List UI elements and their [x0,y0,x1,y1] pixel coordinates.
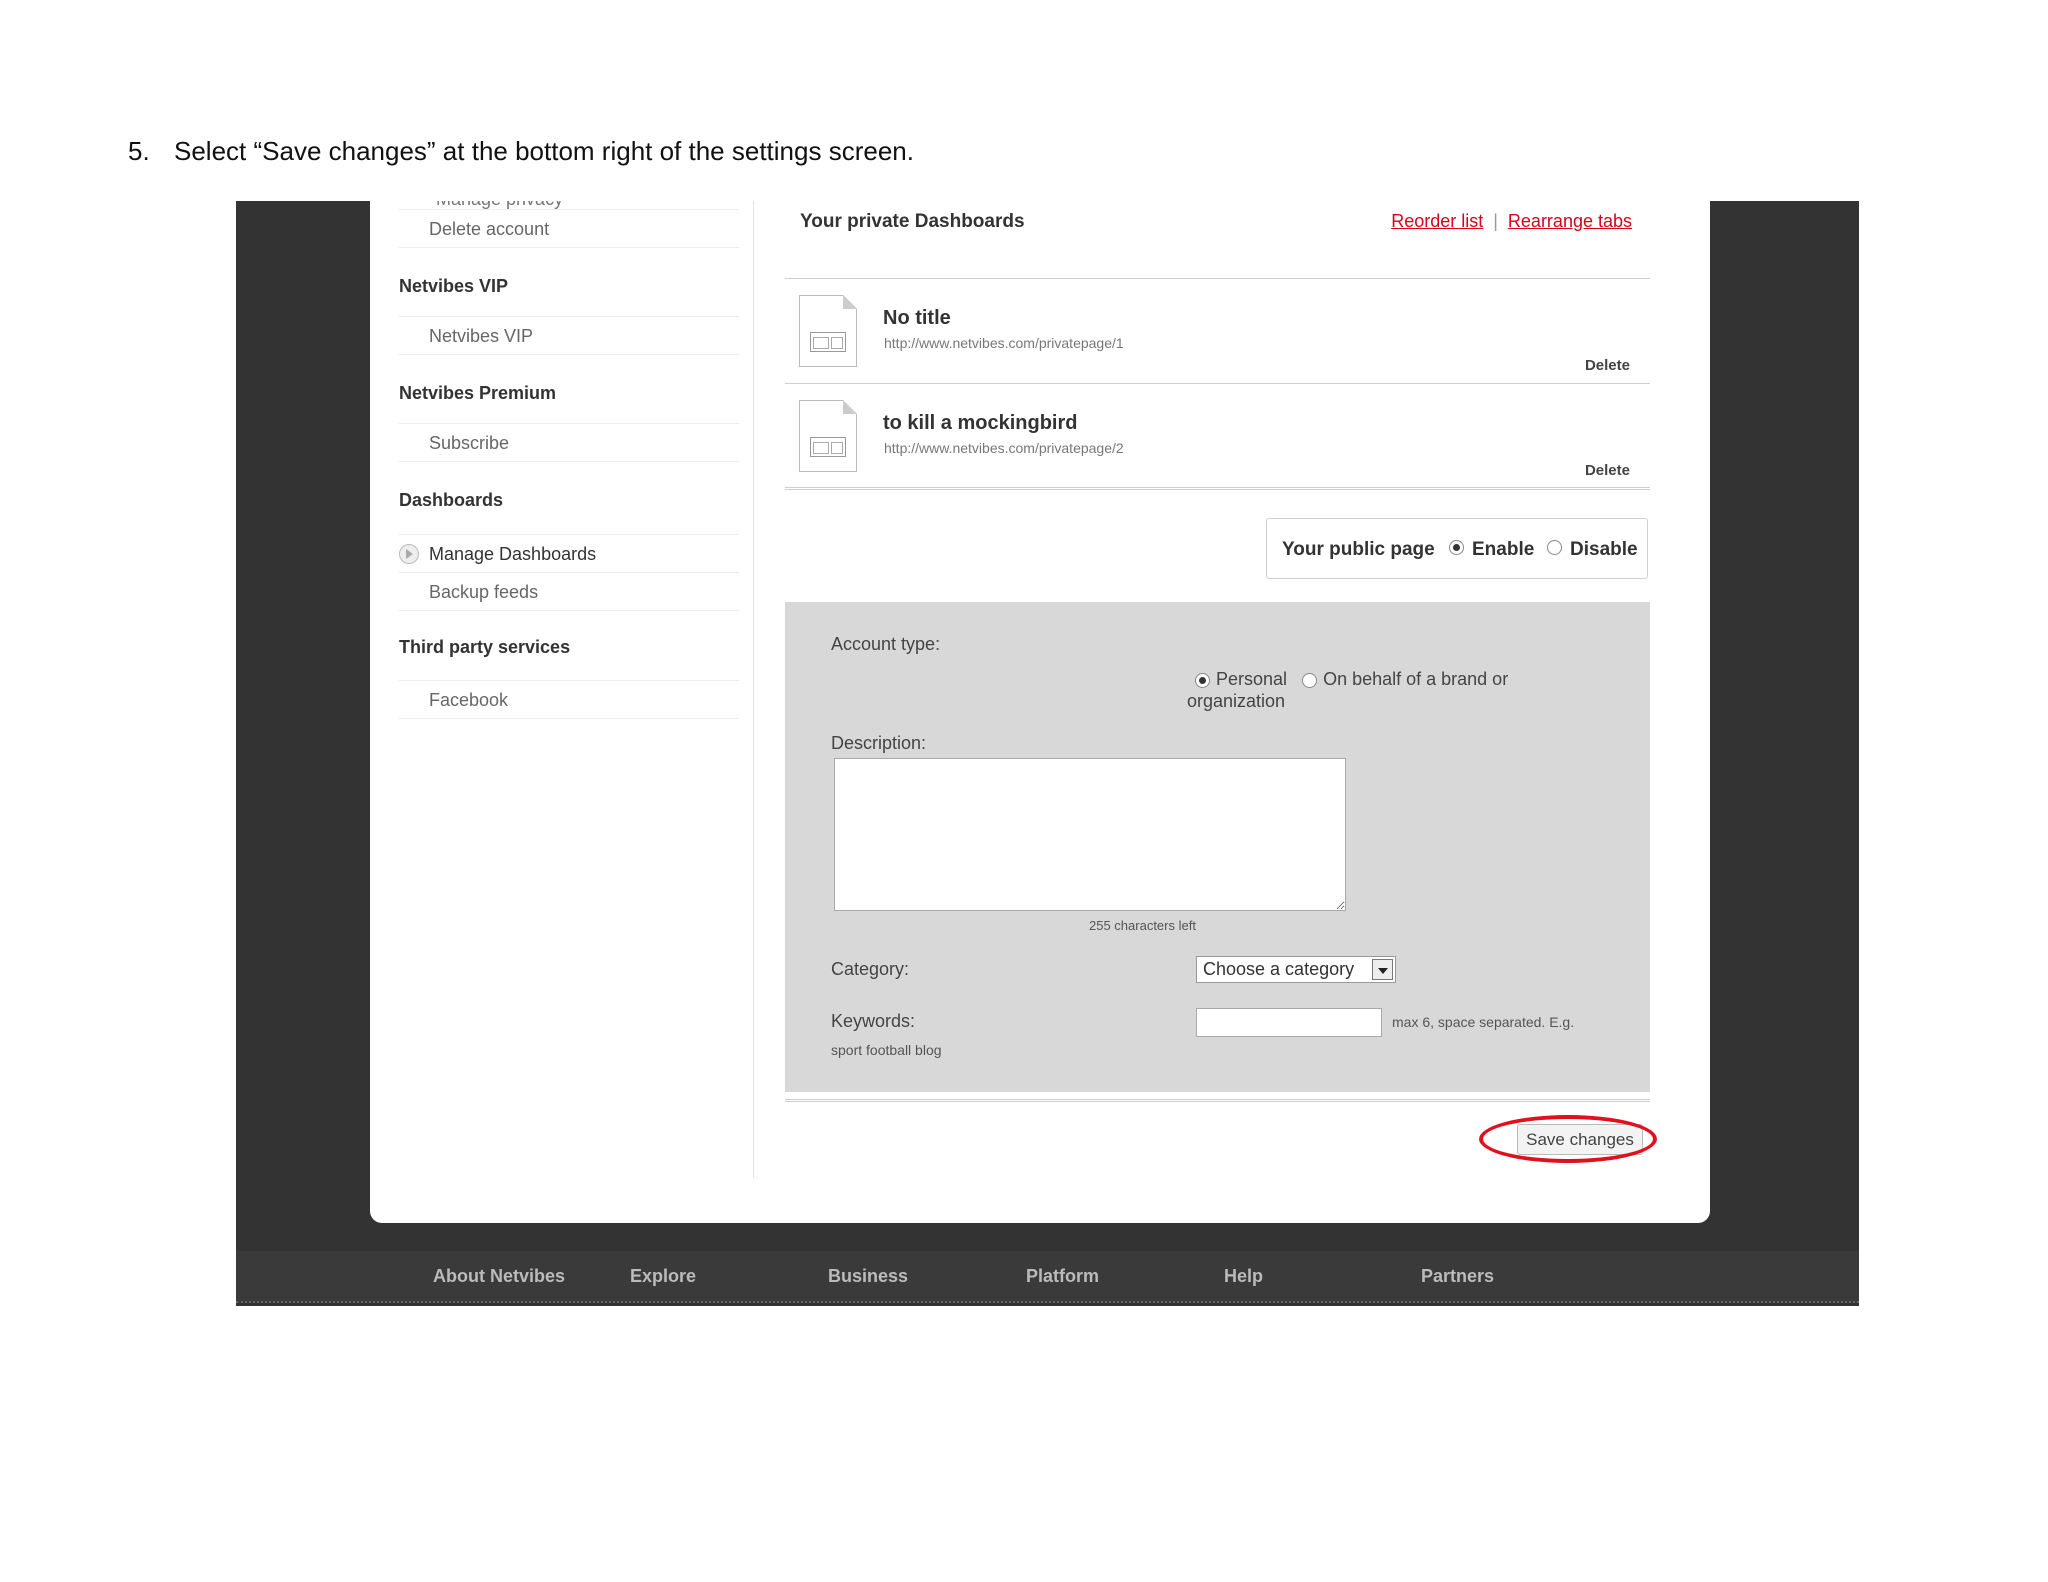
sidebar-divider [399,461,739,462]
sidebar-item-subscribe[interactable]: Subscribe [399,423,739,461]
delete-dashboard-button[interactable]: Delete [1585,357,1630,374]
footer-link-business[interactable]: Business [828,1266,908,1287]
link-separator: | [1493,211,1498,231]
dashboard-name[interactable]: No title [883,307,951,330]
divider [785,1099,1650,1102]
rearrange-tabs-link[interactable]: Rearrange tabs [1508,211,1632,231]
disable-radio[interactable] [1547,540,1562,555]
public-page-toggle: Your public page Enable Disable [1266,518,1648,579]
site-footer: About Netvibes Explore Business Platform… [236,1251,1859,1303]
account-type-label: Account type: [831,634,941,654]
sidebar-heading-dashboards: Dashboards [399,490,504,510]
category-select[interactable]: Choose a category [1196,956,1396,983]
dashboard-row: No title http://www.netvibes.com/private… [785,279,1650,383]
settings-panel: Manage privacy Delete account Netvibes V… [370,201,1710,1223]
keywords-example: sport football blog [831,1042,942,1058]
footer-link-partners[interactable]: Partners [1421,1266,1494,1287]
delete-dashboard-button[interactable]: Delete [1585,462,1630,479]
dashboard-url: http://www.netvibes.com/privatepage/2 [884,440,1124,456]
footer-link-about[interactable]: About Netvibes [433,1266,565,1287]
dashboards-main: Your private Dashboards Reorder list | Rea… [785,201,1657,1223]
dashboard-name[interactable]: to kill a mockingbird [883,412,1077,435]
arrow-bullet-icon [399,544,419,564]
sidebar-item-facebook[interactable]: Facebook [399,680,739,718]
dashboard-row: to kill a mockingbird http://www.netvibe… [785,384,1650,488]
screenshot-frame: Manage privacy Delete account Netvibes V… [236,201,1859,1306]
sidebar-heading-premium: Netvibes Premium [399,383,557,403]
public-profile-form: Account type: Personal On behalf of a br… [785,602,1650,1092]
keywords-hint: max 6, space separated. E.g. [1392,1014,1575,1030]
category-value: Choose a category [1203,959,1355,979]
public-page-label: Your public page [1282,539,1435,560]
footer-link-explore[interactable]: Explore [630,1266,696,1287]
settings-sidebar: Manage privacy Delete account Netvibes V… [370,201,754,1178]
footer-link-platform[interactable]: Platform [1026,1266,1099,1287]
page-document-icon [799,295,857,367]
enable-radio[interactable] [1449,540,1464,555]
step-text: Select “Save changes” at the bottom righ… [174,136,914,166]
dropdown-arrow-icon[interactable] [1372,959,1393,980]
sidebar-divider [399,718,739,719]
description-textarea[interactable] [834,758,1346,911]
sidebar-item-netvibes-vip[interactable]: Netvibes VIP [399,316,739,354]
sidebar-divider [399,610,739,611]
characters-left: 255 characters left [1089,918,1196,933]
dashboard-actions: Reorder list | Rearrange tabs [1391,211,1632,232]
footer-link-help[interactable]: Help [1224,1266,1263,1287]
personal-label[interactable]: Personal [1216,669,1287,689]
enable-label[interactable]: Enable [1472,539,1534,561]
sidebar-item-backup-feeds[interactable]: Backup feeds [399,572,739,610]
sidebar-divider [399,247,739,248]
highlight-ring [1479,1115,1657,1163]
dashboard-url: http://www.netvibes.com/privatepage/1 [884,335,1124,351]
page-document-icon [799,400,857,472]
account-type-options: Personal On behalf of a brand or organiz… [1187,668,1527,712]
organization-radio[interactable] [1302,672,1318,688]
sidebar-heading-vip: Netvibes VIP [399,276,509,296]
sidebar-divider [399,354,739,355]
keywords-label: Keywords: [831,1011,916,1031]
sidebar-item-label: Manage Dashboards [429,544,597,564]
sidebar-heading-third-party: Third party services [399,637,571,657]
sidebar-item-delete-account[interactable]: Delete account [399,209,739,247]
step-number: 5. [128,136,150,166]
instruction-step: 5. Select “Save changes” at the bottom ri… [128,136,914,167]
sidebar-item-manage-dashboards[interactable]: Manage Dashboards [399,534,739,572]
reorder-list-link[interactable]: Reorder list [1391,211,1483,231]
disable-label[interactable]: Disable [1570,539,1638,561]
personal-radio[interactable] [1195,672,1210,688]
divider [785,487,1650,490]
keywords-input[interactable] [1196,1008,1382,1037]
category-label: Category: [831,959,910,979]
description-label: Description: [831,733,927,753]
private-dashboards-title: Your private Dashboards [800,211,1025,232]
